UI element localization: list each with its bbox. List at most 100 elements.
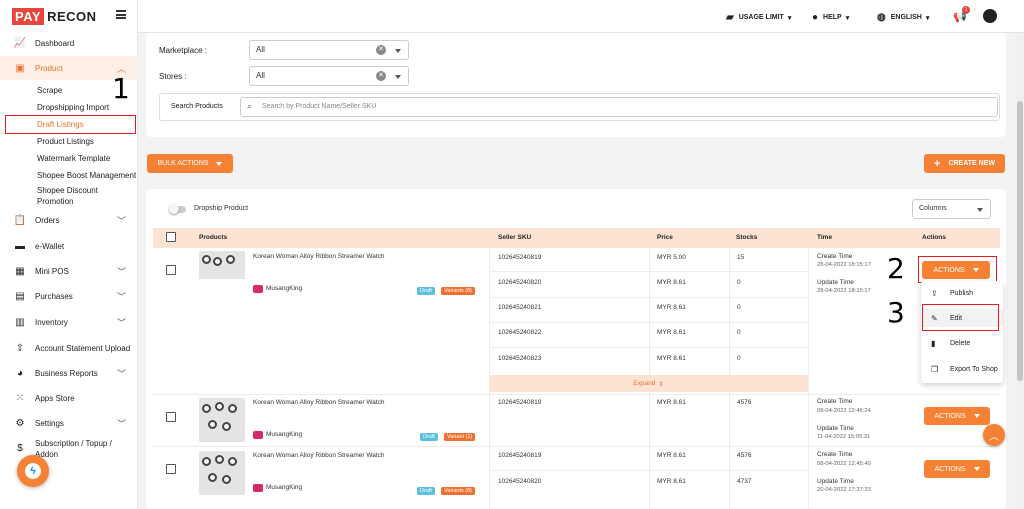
sub-product-listings[interactable]: Product Listings — [37, 137, 94, 146]
product-thumbnail[interactable] — [199, 451, 245, 495]
sub-scrape[interactable]: Scrape — [37, 86, 62, 95]
update-time-label: Update Time — [817, 425, 854, 432]
seller-sku: 102645240823 — [498, 355, 542, 362]
nav-apps-store[interactable]: ⁙ Apps Store — [0, 386, 138, 410]
nav-label: Subscription / Topup / Addon — [35, 438, 112, 460]
copy-icon: ❐ — [931, 364, 939, 374]
scrollbar-thumb[interactable] — [1017, 101, 1023, 381]
watch-graphic — [215, 455, 224, 464]
stock: 4737 — [737, 478, 752, 485]
row-checkbox[interactable] — [166, 412, 176, 422]
search-input[interactable]: ⌕ Search by Product Name/Seller SKU — [240, 97, 998, 117]
row-divider — [153, 446, 1000, 447]
nav-label: Inventory — [35, 317, 68, 327]
menu-delete[interactable]: ▮ Delete — [921, 334, 1003, 352]
nav-inventory[interactable]: ▥ Inventory ﹀ — [0, 310, 138, 334]
create-time: 28-04-2022 18:15:17 — [817, 262, 871, 268]
update-time-label: Update Time — [817, 478, 854, 485]
nav-ewallet[interactable]: ▬ e-Wallet — [0, 234, 138, 258]
shop-icon — [253, 285, 263, 293]
update-time: 11-04-2022 15:05:31 — [817, 434, 871, 440]
nav-purchases[interactable]: ▤ Purchases ﹀ — [0, 284, 138, 308]
nav-label: Business Reports — [35, 368, 98, 378]
sub-dropshipping-import[interactable]: Dropshipping Import — [37, 103, 109, 112]
marketplace-select[interactable]: All ✕ — [249, 40, 409, 60]
watch-graphic — [215, 402, 224, 411]
usage-limit-label: USAGE LIMIT — [738, 14, 784, 21]
menu-toggle-icon[interactable] — [116, 10, 126, 19]
menu-export-to-shop[interactable]: ❐ Export To Shop — [921, 360, 1003, 378]
menu-publish[interactable]: ⇪ Publish — [921, 284, 1003, 302]
notification-bell-icon[interactable]: 📢 1 — [953, 6, 970, 23]
columns-select[interactable]: Columns — [912, 199, 991, 219]
shop-name: MusangKing — [266, 285, 303, 292]
seller-sku: 102645240822 — [498, 329, 542, 336]
expand-label: Expand — [633, 380, 656, 387]
menu-label: Export To Shop — [950, 365, 998, 373]
help-menu[interactable]: ● HELP ▾ — [812, 12, 849, 23]
product-thumbnail[interactable] — [199, 251, 245, 297]
row-checkbox[interactable] — [166, 464, 176, 474]
annotation-box-edit — [922, 304, 999, 331]
sub-watermark-template[interactable]: Watermark Template — [37, 154, 110, 163]
seller-sku: 102645240819 — [498, 254, 542, 261]
sub-shopee-boost[interactable]: Shopee Boost Management — [37, 171, 136, 180]
chevron-down-icon: ﹀ — [116, 317, 126, 328]
actions-label: ACTIONS — [934, 412, 966, 420]
usage-limit-menu[interactable]: ▰ USAGE LIMIT ▾ — [726, 12, 791, 23]
nav-account-statement[interactable]: ⇪ Account Statement Upload — [0, 336, 138, 360]
sub-shopee-promotion[interactable]: Promotion — [37, 197, 73, 206]
seller-sku: 102645240820 — [498, 279, 542, 286]
price: MYR 8.61 — [657, 452, 686, 459]
user-avatar-icon[interactable] — [983, 9, 997, 23]
annotation-box-actions — [918, 256, 997, 283]
row-checkbox[interactable] — [166, 265, 176, 275]
marketplace-label: Marketplace : — [159, 46, 208, 55]
language-label: ENGLISH — [890, 14, 922, 21]
dropship-toggle[interactable] — [169, 204, 186, 214]
update-time-label: Update Time — [817, 279, 854, 286]
price: MYR 8.61 — [657, 329, 686, 336]
seller-sku: 102645240820 — [498, 478, 542, 485]
scroll-top-button[interactable]: ︿ — [983, 424, 1005, 446]
row-divider — [489, 271, 808, 272]
create-new-button[interactable]: + CREATE NEW — [924, 154, 1005, 173]
nav-orders[interactable]: 📋 Orders ﹀ — [0, 208, 138, 232]
table-header: Products Seller SKU Price Stocks Time Ac… — [153, 228, 1000, 248]
clipboard-icon: 📋 — [13, 214, 27, 226]
product-name[interactable]: Korean Woman Alloy Ribbon Streamer Watch — [253, 399, 385, 406]
search-label: Search Products — [171, 103, 223, 110]
actions-button[interactable]: ACTIONS — [924, 460, 990, 478]
menu-label: Publish — [950, 289, 973, 297]
nav-business-reports[interactable]: ◕ Business Reports ﹀ — [0, 361, 138, 385]
sub-shopee-discount[interactable]: Shopee Discount — [37, 186, 98, 195]
col-time: Time — [817, 234, 833, 241]
clear-icon[interactable]: ✕ — [376, 45, 386, 55]
stock: 4576 — [737, 452, 752, 459]
language-menu[interactable]: ◍ ENGLISH ▾ — [877, 12, 929, 23]
box-icon: ▣ — [15, 62, 25, 74]
product-thumbnail[interactable] — [199, 398, 245, 442]
price: MYR 8.61 — [657, 478, 686, 485]
bulk-actions-button[interactable]: BULK ACTIONS — [147, 154, 233, 173]
product-name[interactable]: Korean Woman Alloy Ribbon Streamer Watch — [253, 253, 385, 260]
stores-select[interactable]: All ✕ — [249, 66, 409, 86]
help-icon: ● — [812, 12, 819, 23]
watch-graphic — [228, 404, 237, 413]
nav-settings[interactable]: ⚙ Settings ﹀ — [0, 411, 138, 435]
price: MYR 8.61 — [657, 355, 686, 362]
stock: 0 — [737, 304, 741, 311]
expand-bar[interactable]: Expand ⇕ — [489, 375, 808, 392]
stock: 0 — [737, 329, 741, 336]
clear-icon[interactable]: ✕ — [376, 71, 386, 81]
nav-mini-pos[interactable]: ▦ Mini POS ﹀ — [0, 259, 138, 283]
product-name[interactable]: Korean Woman Alloy Ribbon Streamer Watch — [253, 452, 385, 459]
actions-button[interactable]: ACTIONS — [924, 407, 990, 425]
create-time: 08-04-2022 12:46:24 — [817, 408, 871, 414]
messenger-icon[interactable]: ϟ — [17, 455, 49, 487]
page-scrollbar[interactable] — [1016, 33, 1024, 509]
create-time: 08-04-2022 12:45:40 — [817, 461, 871, 467]
nav-dashboard[interactable]: 📈 Dashboard — [0, 31, 138, 55]
select-all-checkbox[interactable] — [166, 232, 176, 242]
help-label: HELP — [823, 14, 842, 21]
